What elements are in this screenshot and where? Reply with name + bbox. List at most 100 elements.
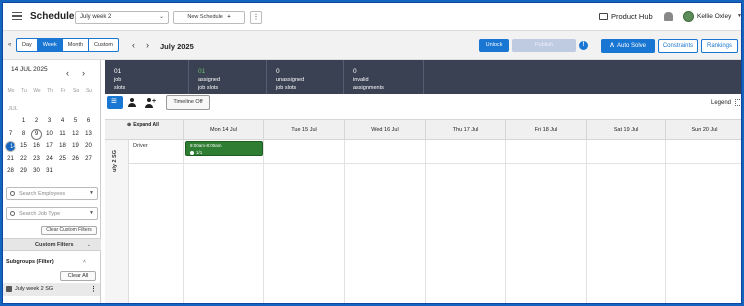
calendar-day[interactable]: 19 xyxy=(70,141,81,152)
constraints-button[interactable]: Constraints xyxy=(658,39,698,53)
grid-header: ⊕ Expand All Mon 14 Jul Tue 15 Jul Wed 16… xyxy=(105,119,741,141)
day-header: Thu 17 Jul xyxy=(425,120,505,141)
calendar-day[interactable]: 24 xyxy=(44,154,55,165)
tab-day[interactable]: Day xyxy=(17,39,38,51)
calendar-day[interactable]: 21 xyxy=(5,154,16,165)
grid-divider xyxy=(183,140,184,303)
tab-week[interactable]: Week xyxy=(37,39,63,51)
calendar-day[interactable]: 4 xyxy=(57,116,68,127)
chevron-down-icon: ⌄ xyxy=(158,14,164,20)
grid-divider xyxy=(505,140,506,303)
calendar-day[interactable]: 12 xyxy=(70,129,81,140)
collapse-panel-icon[interactable]: « xyxy=(8,42,11,48)
user-name[interactable]: Kellie Oxley xyxy=(697,13,731,20)
schedule-select-value: July week 2 xyxy=(80,14,112,20)
bell-icon[interactable] xyxy=(664,12,673,21)
subgroups-label: Subgroups (Filter) xyxy=(6,259,54,265)
list-view-icon[interactable] xyxy=(107,96,123,109)
stat-invalid: 0 invalid assignments xyxy=(344,60,424,94)
product-hub-link[interactable]: Product Hub xyxy=(599,12,653,21)
search-job-type-input[interactable]: Search Job Type ▼ xyxy=(6,207,98,220)
stat-label: slots xyxy=(114,85,126,91)
page-title: Schedules xyxy=(30,11,81,22)
chevron-down-icon: ▼ xyxy=(89,210,94,216)
custom-filters-header[interactable]: Custom Filters ⌄ xyxy=(3,238,101,251)
calendar-day[interactable]: 18 xyxy=(57,141,68,152)
stat-unassigned: 0 unassigned job slots xyxy=(267,60,344,94)
avatar[interactable] xyxy=(683,11,694,22)
calendar-month-label: JUL xyxy=(8,106,18,112)
day-header: Mon 14 Jul xyxy=(183,120,263,141)
calendar-day[interactable]: 7 xyxy=(5,129,16,140)
legend-label[interactable]: Legend xyxy=(711,100,731,106)
calendar-day[interactable]: 30 xyxy=(31,166,42,177)
search-employees-input[interactable]: Search Employees ▼ xyxy=(6,187,98,200)
subgroup-item[interactable]: July week 2 SG ⋮ xyxy=(3,283,100,296)
calendar-day[interactable]: 25 xyxy=(57,154,68,165)
calendar-selected-date: 14 JUL 2025 xyxy=(11,66,48,73)
shift-card[interactable]: 8:00am-8:00am 1/1 xyxy=(185,141,263,156)
period-title: July 2025 xyxy=(160,42,194,51)
legend-icon[interactable] xyxy=(735,99,741,106)
clear-custom-filters-button[interactable]: Clear Custom Filters xyxy=(41,226,97,235)
calendar-day[interactable]: 10 xyxy=(44,129,55,140)
role-cell: Driver xyxy=(129,140,183,164)
stat-label: assigned xyxy=(198,77,221,83)
calendar-day[interactable]: 13 xyxy=(83,129,94,140)
row-divider xyxy=(183,163,741,164)
tab-month[interactable]: Month xyxy=(63,39,90,51)
product-hub-label: Product Hub xyxy=(611,12,653,21)
caret-down-icon[interactable]: ▼ xyxy=(737,13,741,19)
top-bar: Schedules July week 2 ⌄ New Schedule + ⋮… xyxy=(3,3,741,31)
stat-value: 0 xyxy=(353,68,357,75)
calendar-day[interactable]: 15 xyxy=(18,141,29,152)
kebab-icon[interactable]: ⋮ xyxy=(90,285,97,293)
clear-all-button[interactable]: Clear All xyxy=(60,271,96,281)
day-header: Sun 20 Jul xyxy=(665,120,741,141)
calendar-day[interactable]: 17 xyxy=(44,141,55,152)
auto-solve-button[interactable]: Λ Auto Solve xyxy=(601,39,655,53)
calendar-day[interactable]: 6 xyxy=(83,116,94,127)
info-icon[interactable]: ! xyxy=(579,41,588,50)
checkbox[interactable] xyxy=(6,286,12,292)
calendar-day[interactable]: 16 xyxy=(31,141,42,152)
schedule-select[interactable]: July week 2 ⌄ xyxy=(75,11,169,24)
calendar-day[interactable]: 28 xyxy=(5,166,16,177)
calendar-day[interactable]: 9 xyxy=(31,128,42,140)
kebab-icon[interactable]: ⋮ xyxy=(250,11,262,24)
calendar-prev-icon[interactable]: ‹ xyxy=(66,69,69,78)
calendar-day[interactable]: 23 xyxy=(31,154,42,165)
tab-custom[interactable]: Custom xyxy=(89,39,118,51)
calendar-day[interactable]: 29 xyxy=(18,166,29,177)
rankings-button[interactable]: Rankings xyxy=(701,39,738,53)
app-window: Schedules July week 2 ⌄ New Schedule + ⋮… xyxy=(2,2,742,304)
chevron-left-icon[interactable]: ‹ xyxy=(132,41,135,50)
calendar-day[interactable]: 27 xyxy=(83,154,94,165)
product-hub-icon xyxy=(599,13,608,20)
shift-count: 1/1 xyxy=(196,150,203,155)
new-schedule-button[interactable]: New Schedule + xyxy=(173,11,245,24)
menu-icon[interactable] xyxy=(12,12,22,20)
calendar-day[interactable]: 22 xyxy=(18,154,29,165)
row-group-label: uly 2 SG xyxy=(112,149,118,172)
calendar-day[interactable]: 1 xyxy=(18,116,29,127)
calendar-day[interactable]: 11 xyxy=(57,129,68,140)
subgroup-name: July week 2 SG xyxy=(15,286,54,292)
timeline-toggle-button[interactable]: Timeline Off xyxy=(166,95,210,110)
calendar-day[interactable]: 5 xyxy=(70,116,81,127)
calendar-day[interactable]: 14 xyxy=(5,141,17,152)
chevron-right-icon[interactable]: › xyxy=(146,41,149,50)
calendar-next-icon[interactable]: › xyxy=(82,69,85,78)
publish-button[interactable]: Publish xyxy=(512,39,576,52)
calendar-day[interactable]: 26 xyxy=(70,154,81,165)
view-controls: Timeline Off Legend xyxy=(105,94,741,112)
calendar-day[interactable]: 2 xyxy=(31,116,42,127)
chevron-up-icon[interactable]: ˄ xyxy=(83,259,86,265)
calendar-day[interactable]: 20 xyxy=(83,141,94,152)
person-icon[interactable] xyxy=(127,97,137,108)
calendar-day[interactable]: 3 xyxy=(44,116,55,127)
calendar-day[interactable]: 31 xyxy=(44,166,55,177)
calendar-day[interactable]: 8 xyxy=(18,129,29,140)
expand-all-button[interactable]: ⊕ Expand All xyxy=(127,122,159,128)
unlock-button[interactable]: Unlock xyxy=(479,39,509,52)
